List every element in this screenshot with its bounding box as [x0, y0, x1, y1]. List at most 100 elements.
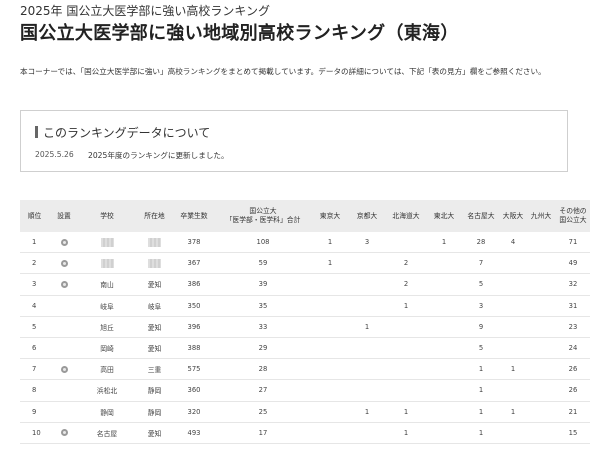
cell-rank: 6: [20, 337, 49, 360]
location-name: 愛知: [147, 281, 162, 290]
cell-tokyo: [312, 273, 348, 296]
cell-kyushu: [526, 337, 556, 360]
table-body: 1 378 108 1 3 1 28 4 71 2 367 59 1 2 7 49 3 南山 愛知 386 39 2 5 32…: [20, 232, 590, 444]
cell-kyoto: [348, 252, 386, 275]
table-row: 7 高田 三重 575 28 1 1 26: [20, 358, 590, 381]
cell-location: 愛知: [135, 316, 174, 338]
cell-setup: [49, 273, 79, 296]
table-row: 4 岐阜 岐阜 350 35 1 3 31: [20, 295, 590, 317]
page-title: 国公立大医学部に強い地域別高校ランキング（東海）: [20, 23, 459, 44]
cell-grads: 360: [174, 379, 214, 402]
cell-location: [135, 252, 174, 275]
private-school-icon: [60, 238, 68, 246]
cell-setup: [49, 252, 79, 275]
table-row: 9 静岡 静岡 320 25 1 1 1 1 21: [20, 401, 590, 423]
page-kicker: 2025年 国公立大医学部に強い高校ランキング: [20, 4, 270, 18]
header-grads: 卒業生数: [174, 200, 214, 232]
cell-tokyo: 1: [312, 252, 348, 275]
cell-grads: 575: [174, 358, 214, 381]
cell-nagoya: 1: [462, 379, 500, 402]
cell-grads: 320: [174, 401, 214, 423]
cell-nagoya: 5: [462, 273, 500, 296]
cell-kyoto: [348, 358, 386, 381]
cell-tokyo: [312, 379, 348, 402]
cell-osaka: [500, 252, 526, 275]
school-name: 旭丘: [100, 323, 114, 332]
cell-total: 25: [214, 401, 312, 423]
cell-tokyo: [312, 316, 348, 338]
cell-rank: 10: [20, 422, 49, 444]
cell-tokyo: [312, 401, 348, 423]
table-header-row: 順位 設置 学校 所在地 卒業生数 国公立大 「医学部・医学科」合計 東京大 京都…: [20, 200, 590, 232]
header-tohoku: 東北大: [426, 200, 462, 232]
school-name: 浜松北: [96, 387, 118, 396]
cell-grads: 378: [174, 232, 214, 254]
cell-kyoto: 1: [348, 401, 386, 423]
cell-other: 26: [556, 379, 590, 402]
cell-hokkaido: 1: [386, 295, 426, 317]
location-name: 愛知: [147, 429, 162, 438]
cell-hokkaido: 1: [386, 401, 426, 423]
cell-location: 岐阜: [135, 295, 174, 317]
cell-total: 33: [214, 316, 312, 338]
cell-hokkaido: [386, 337, 426, 360]
table-row: 5 旭丘 愛知 396 33 1 9 23: [20, 316, 590, 338]
cell-location: 愛知: [135, 273, 174, 296]
cell-osaka: [500, 295, 526, 317]
cell-other: 23: [556, 316, 590, 338]
cell-school: 静岡: [79, 401, 135, 423]
cell-location: 静岡: [135, 401, 174, 423]
cell-osaka: 1: [500, 401, 526, 423]
cell-nagoya: 9: [462, 316, 500, 338]
header-other: その他の 国公立大: [556, 200, 590, 232]
cell-osaka: [500, 316, 526, 338]
location-name: 愛知: [147, 345, 162, 354]
header-setup: 設置: [49, 200, 79, 232]
cell-total: 35: [214, 295, 312, 317]
cell-setup: [49, 295, 79, 317]
cell-other: 21: [556, 401, 590, 423]
header-total: 国公立大 「医学部・医学科」合計: [214, 200, 312, 232]
cell-kyushu: [526, 273, 556, 296]
cell-osaka: [500, 422, 526, 444]
school-name: 岡崎: [100, 345, 114, 354]
cell-school: 名古屋: [79, 422, 135, 444]
cell-hokkaido: [386, 316, 426, 338]
cell-kyoto: [348, 337, 386, 360]
cell-total: 27: [214, 379, 312, 402]
cell-kyushu: [526, 422, 556, 444]
cell-kyoto: 1: [348, 316, 386, 338]
cell-other: 31: [556, 295, 590, 317]
cell-location: 三重: [135, 358, 174, 381]
cell-rank: 1: [20, 232, 49, 254]
table-row: 1 378 108 1 3 1 28 4 71: [20, 232, 590, 254]
cell-grads: 388: [174, 337, 214, 360]
cell-nagoya: 28: [462, 232, 500, 254]
cell-tohoku: [426, 295, 462, 317]
cell-grads: 386: [174, 273, 214, 296]
cell-kyoto: [348, 422, 386, 444]
cell-total: 59: [214, 252, 312, 275]
cell-rank: 8: [20, 379, 49, 402]
cell-location: 愛知: [135, 422, 174, 444]
cell-tokyo: [312, 295, 348, 317]
cell-osaka: 4: [500, 232, 526, 254]
header-location: 所在地: [135, 200, 174, 232]
cell-kyushu: [526, 401, 556, 423]
cell-school: 岡崎: [79, 337, 135, 360]
location-name: 愛知: [147, 323, 162, 332]
cell-other: 24: [556, 337, 590, 360]
table-row: 6 岡崎 愛知 388 29 5 24: [20, 337, 590, 360]
cell-other: 71: [556, 232, 590, 254]
cell-kyushu: [526, 295, 556, 317]
cell-tokyo: 1: [312, 232, 348, 254]
intro-text: 本コーナーでは、「国公立大医学部に強い」高校ランキングをまとめて掲載しています。…: [20, 67, 546, 76]
notice-text: 2025年度のランキングに更新しました。: [88, 151, 229, 160]
cell-other: 15: [556, 422, 590, 444]
cell-total: 28: [214, 358, 312, 381]
cell-rank: 2: [20, 252, 49, 275]
redacted-school: [100, 237, 114, 247]
cell-setup: [49, 316, 79, 338]
notice-heading: このランキングデータについて: [43, 126, 211, 140]
school-name: 名古屋: [96, 429, 118, 438]
